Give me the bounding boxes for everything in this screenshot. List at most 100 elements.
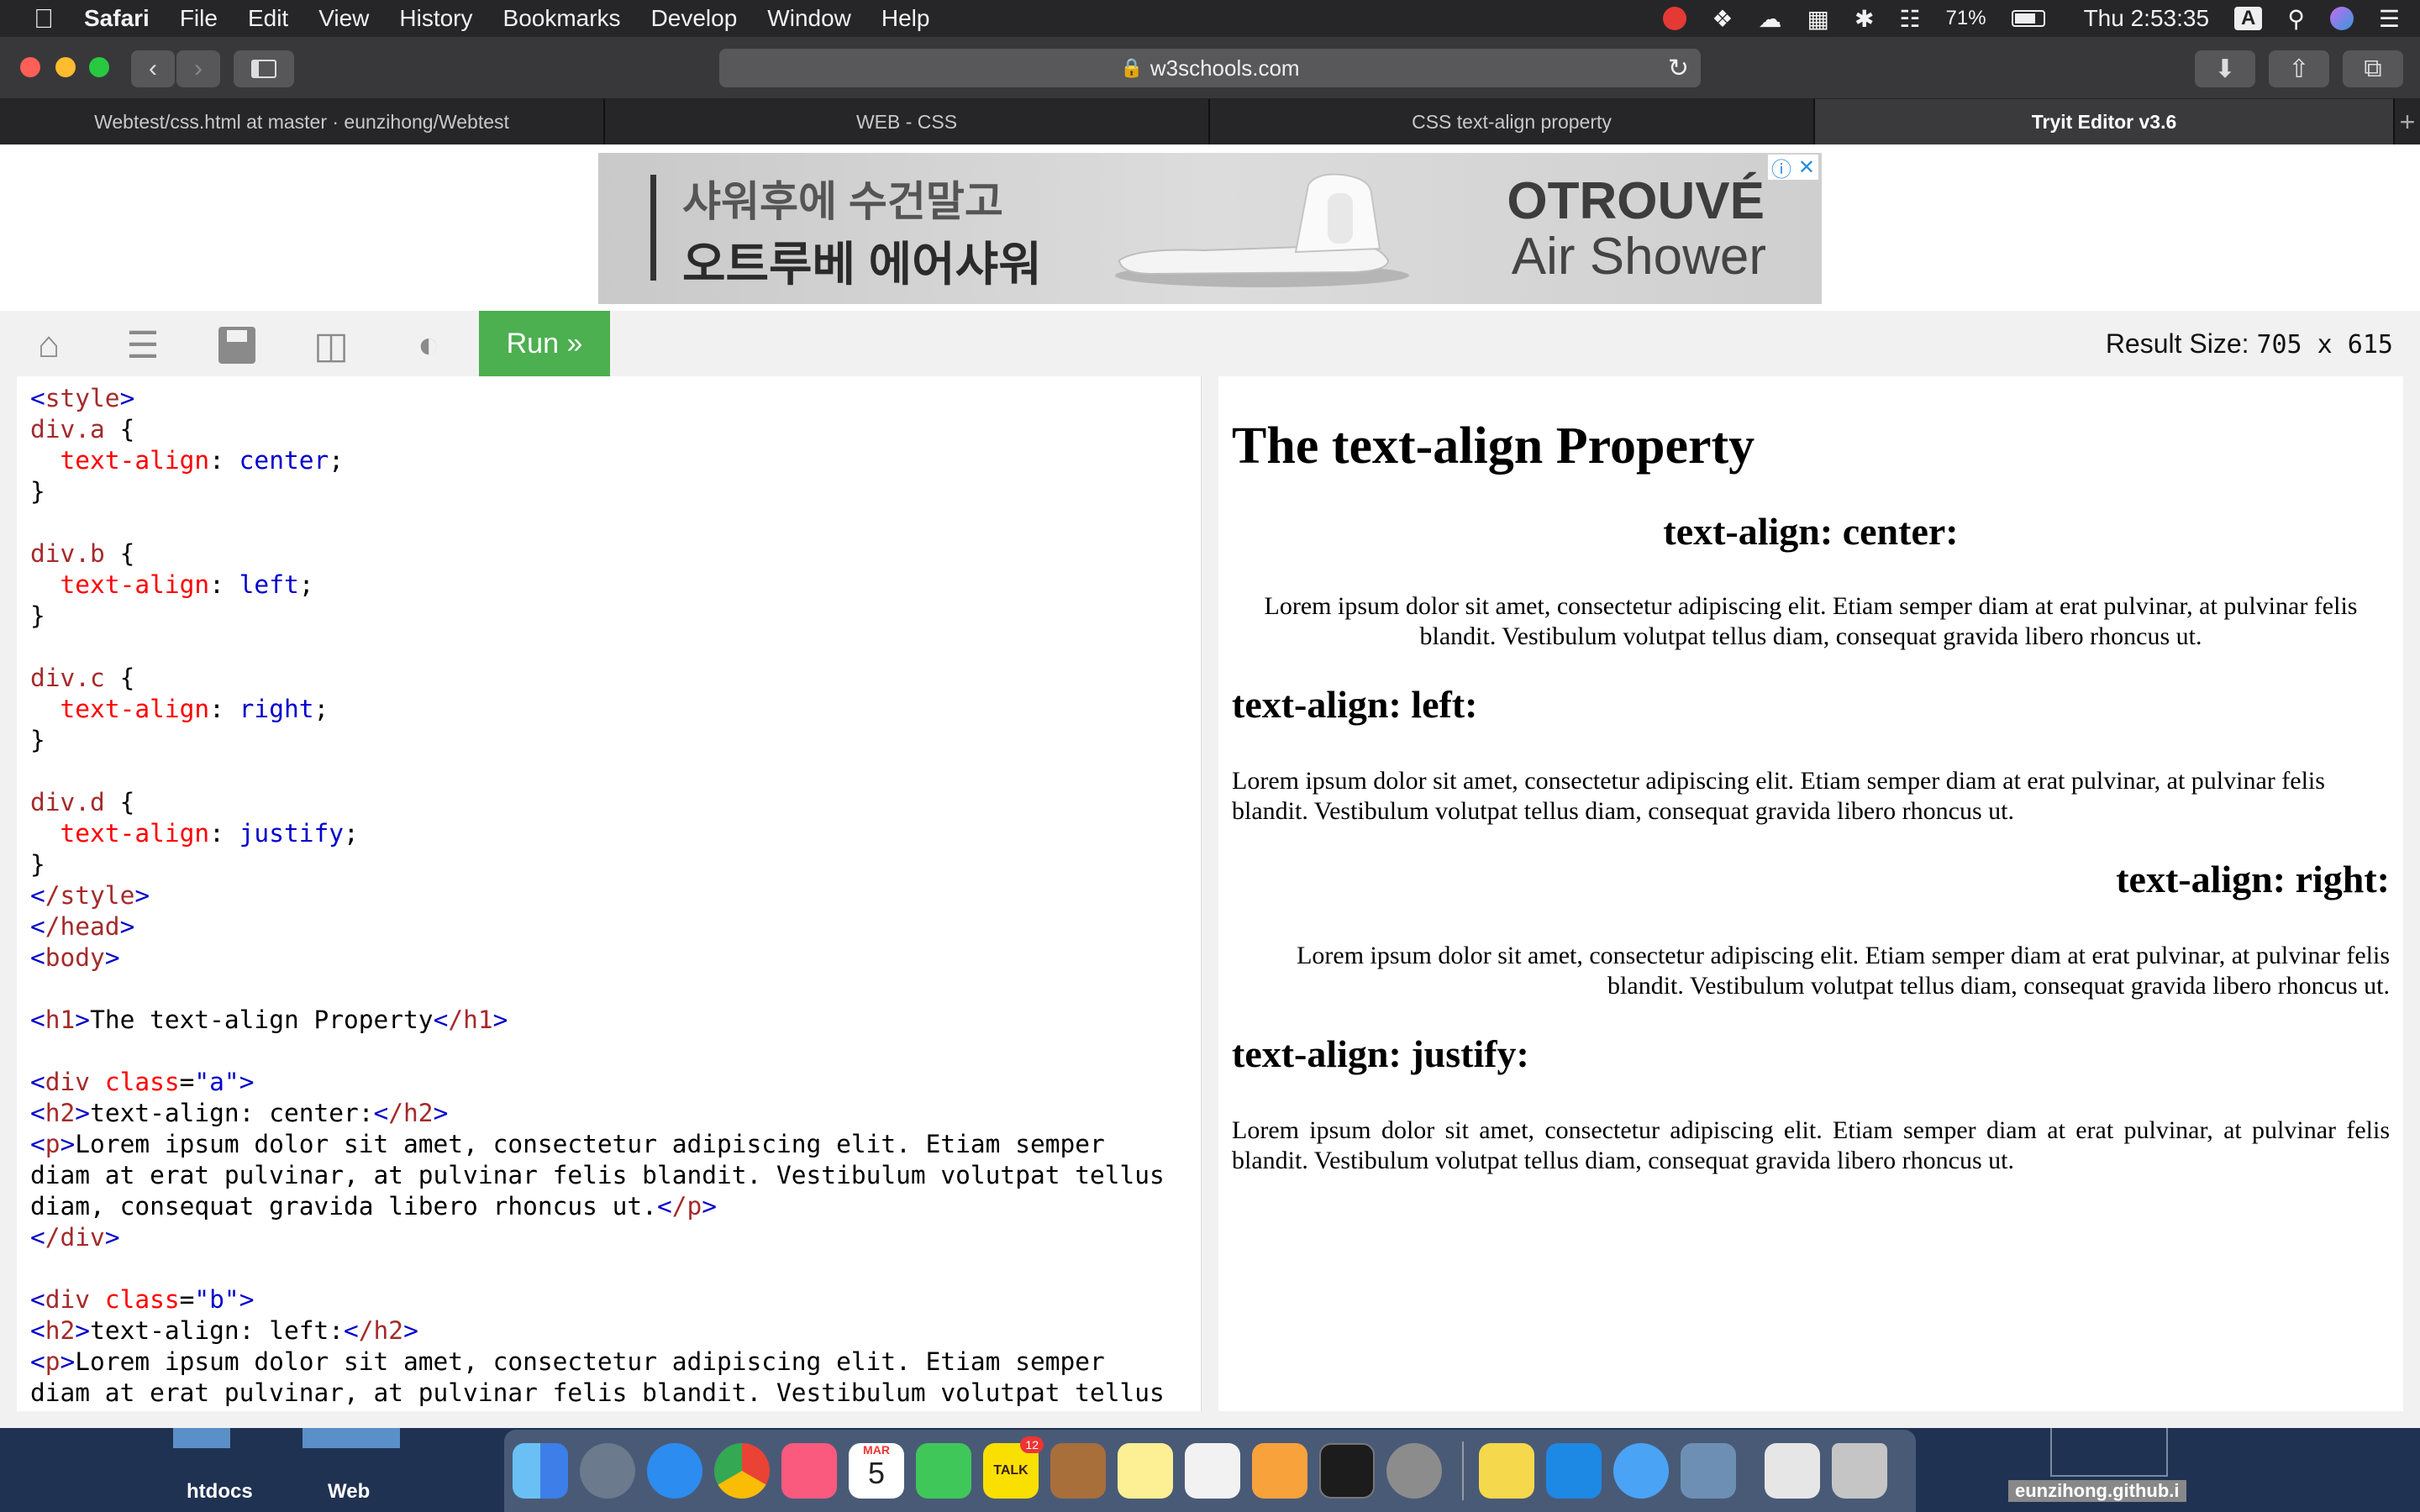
home-icon[interactable]: ⌂	[25, 324, 72, 366]
code-line[interactable]: text-align: center;	[30, 445, 1165, 476]
code-line[interactable]: <h2>text-align: center:</h2>	[30, 1098, 1165, 1129]
code-line[interactable]: <body>	[30, 942, 1165, 974]
notes-icon[interactable]	[1118, 1443, 1173, 1499]
menu-view[interactable]: View	[303, 0, 384, 37]
wifi-icon[interactable]: ☷	[1899, 5, 1920, 33]
battery-percent[interactable]: 71%	[1946, 7, 1986, 30]
tab-webtest[interactable]: Webtest/css.html at master · eunzihong/W…	[0, 99, 605, 144]
web-folder-label[interactable]: Web	[328, 1480, 370, 1504]
code-line[interactable]: div.b {	[30, 538, 1165, 570]
menu-develop[interactable]: Develop	[636, 0, 753, 37]
code-line[interactable]: }	[30, 849, 1165, 880]
search-icon[interactable]: ⚲	[2287, 5, 2305, 33]
code-line[interactable]: text-align: left;	[30, 570, 1165, 601]
stickies-icon[interactable]	[1479, 1443, 1534, 1499]
htdocs-folder-icon[interactable]	[173, 1428, 230, 1448]
safari-icon[interactable]	[647, 1443, 702, 1499]
code-line[interactable]: div.c {	[30, 663, 1165, 694]
terminal-icon[interactable]	[1319, 1443, 1375, 1499]
vscode-icon[interactable]	[1546, 1443, 1602, 1499]
code-line[interactable]: text-align: justify;	[30, 818, 1165, 849]
notification-center-icon[interactable]: ☰	[2379, 5, 2400, 33]
code-line[interactable]: diam at erat pulvinar, at pulvinar felis…	[30, 1160, 1165, 1191]
music-icon[interactable]	[781, 1443, 837, 1499]
code-line[interactable]	[30, 1036, 1165, 1067]
code-line[interactable]	[30, 1253, 1165, 1284]
window-thumbnail-label[interactable]: eunzihong.github.i	[2008, 1480, 2186, 1502]
code-line[interactable]: diam, consequat gravida libero rhoncus u…	[30, 1409, 1165, 1411]
code-line[interactable]: diam at erat pulvinar, at pulvinar felis…	[30, 1378, 1165, 1409]
apple-icon[interactable]: 	[0, 0, 69, 37]
code-content[interactable]: <style> div.a { text-align: center;} div.…	[30, 383, 1165, 1411]
forward-button[interactable]: ›	[176, 50, 220, 87]
code-editor[interactable]: <style> div.a { text-align: center;} div.…	[17, 376, 1202, 1411]
share-button[interactable]: ⇧	[2269, 50, 2329, 87]
back-button[interactable]: ‹	[131, 50, 175, 87]
sidebar-toggle-button[interactable]	[234, 50, 294, 87]
calendar-icon[interactable]: MAR 5	[849, 1443, 904, 1499]
close-window-button[interactable]	[20, 57, 40, 77]
cloud-icon[interactable]: ☁	[1758, 5, 1781, 33]
pages-icon[interactable]	[1252, 1443, 1307, 1499]
web-folder-icon[interactable]	[302, 1428, 400, 1448]
code-line[interactable]: }	[30, 725, 1165, 756]
ad-close-icon[interactable]: ✕	[1798, 155, 1815, 180]
code-line[interactable]: <p>Lorem ipsum dolor sit amet, consectet…	[30, 1347, 1165, 1378]
theme-toggle-icon[interactable]: ◐	[405, 324, 452, 366]
input-source-icon[interactable]: A	[2234, 7, 2263, 30]
save-icon[interactable]	[213, 324, 260, 366]
tab-web-css[interactable]: WEB - CSS	[605, 99, 1210, 144]
code-line[interactable]: text-align: right;	[30, 694, 1165, 725]
code-line[interactable]: <div class="b">	[30, 1284, 1165, 1315]
dropbox-icon[interactable]: ❖	[1712, 5, 1733, 33]
address-bar[interactable]: 🔒 w3schools.com ↻	[719, 49, 1701, 87]
menu-help[interactable]: Help	[866, 0, 945, 37]
code-line[interactable]	[30, 974, 1165, 1005]
launchpad-icon[interactable]	[580, 1443, 635, 1499]
ad-info-icon[interactable]: ⓘ	[1771, 153, 1791, 182]
menu-app-name[interactable]: Safari	[69, 0, 165, 37]
calculator-icon[interactable]	[1050, 1443, 1106, 1499]
textedit-icon[interactable]	[1185, 1443, 1240, 1499]
minimize-window-button[interactable]	[55, 57, 76, 77]
clock[interactable]: Thu 2:53:35	[2084, 5, 2209, 32]
menu-edit[interactable]: Edit	[233, 0, 303, 37]
menu-window[interactable]: Window	[752, 0, 866, 37]
new-tab-button[interactable]: +	[2395, 99, 2420, 144]
code-line[interactable]: div.d {	[30, 787, 1165, 818]
grid-icon[interactable]: ▦	[1807, 5, 1828, 33]
code-line[interactable]	[30, 756, 1165, 787]
code-line[interactable]: div.a {	[30, 414, 1165, 445]
finder-icon[interactable]	[513, 1443, 568, 1499]
notification-icon[interactable]	[1663, 7, 1687, 30]
kakaotalk-icon[interactable]: TALK 12	[983, 1436, 1044, 1499]
bluetooth-icon[interactable]: ✱	[1854, 5, 1874, 33]
siri-icon[interactable]	[2329, 7, 2354, 30]
code-line[interactable]	[30, 632, 1165, 663]
code-line[interactable]: <div class="a">	[30, 1067, 1165, 1098]
messages-icon[interactable]	[1613, 1443, 1669, 1499]
menu-icon[interactable]: ☰	[119, 324, 166, 366]
code-line[interactable]: </div>	[30, 1222, 1165, 1253]
code-line[interactable]	[30, 507, 1165, 538]
documents-stack-icon[interactable]	[1765, 1443, 1820, 1499]
menu-file[interactable]: File	[165, 0, 233, 37]
code-line[interactable]: </head>	[30, 911, 1165, 942]
system-preferences-icon[interactable]	[1386, 1443, 1442, 1499]
tab-css-text-align[interactable]: CSS text-align property	[1210, 99, 1815, 144]
code-line[interactable]: <p>Lorem ipsum dolor sit amet, consectet…	[30, 1129, 1165, 1160]
chrome-icon[interactable]	[714, 1443, 770, 1499]
downloads-button[interactable]: ⬇	[2195, 50, 2255, 87]
code-line[interactable]: }	[30, 476, 1165, 507]
reload-icon[interactable]: ↻	[1668, 54, 1689, 83]
code-line[interactable]: <h1>The text-align Property</h1>	[30, 1005, 1165, 1036]
menu-bookmarks[interactable]: Bookmarks	[488, 0, 636, 37]
menu-history[interactable]: History	[384, 0, 487, 37]
code-line[interactable]: <h2>text-align: left:</h2>	[30, 1315, 1165, 1347]
trash-icon[interactable]	[1832, 1443, 1887, 1499]
zoom-window-button[interactable]	[89, 57, 109, 77]
window-thumbnail[interactable]	[2050, 1428, 2168, 1477]
tab-overview-button[interactable]: ⧉	[2343, 50, 2403, 87]
rotate-layout-icon[interactable]: ◫	[308, 324, 355, 366]
code-line[interactable]: <style>	[30, 383, 1165, 414]
